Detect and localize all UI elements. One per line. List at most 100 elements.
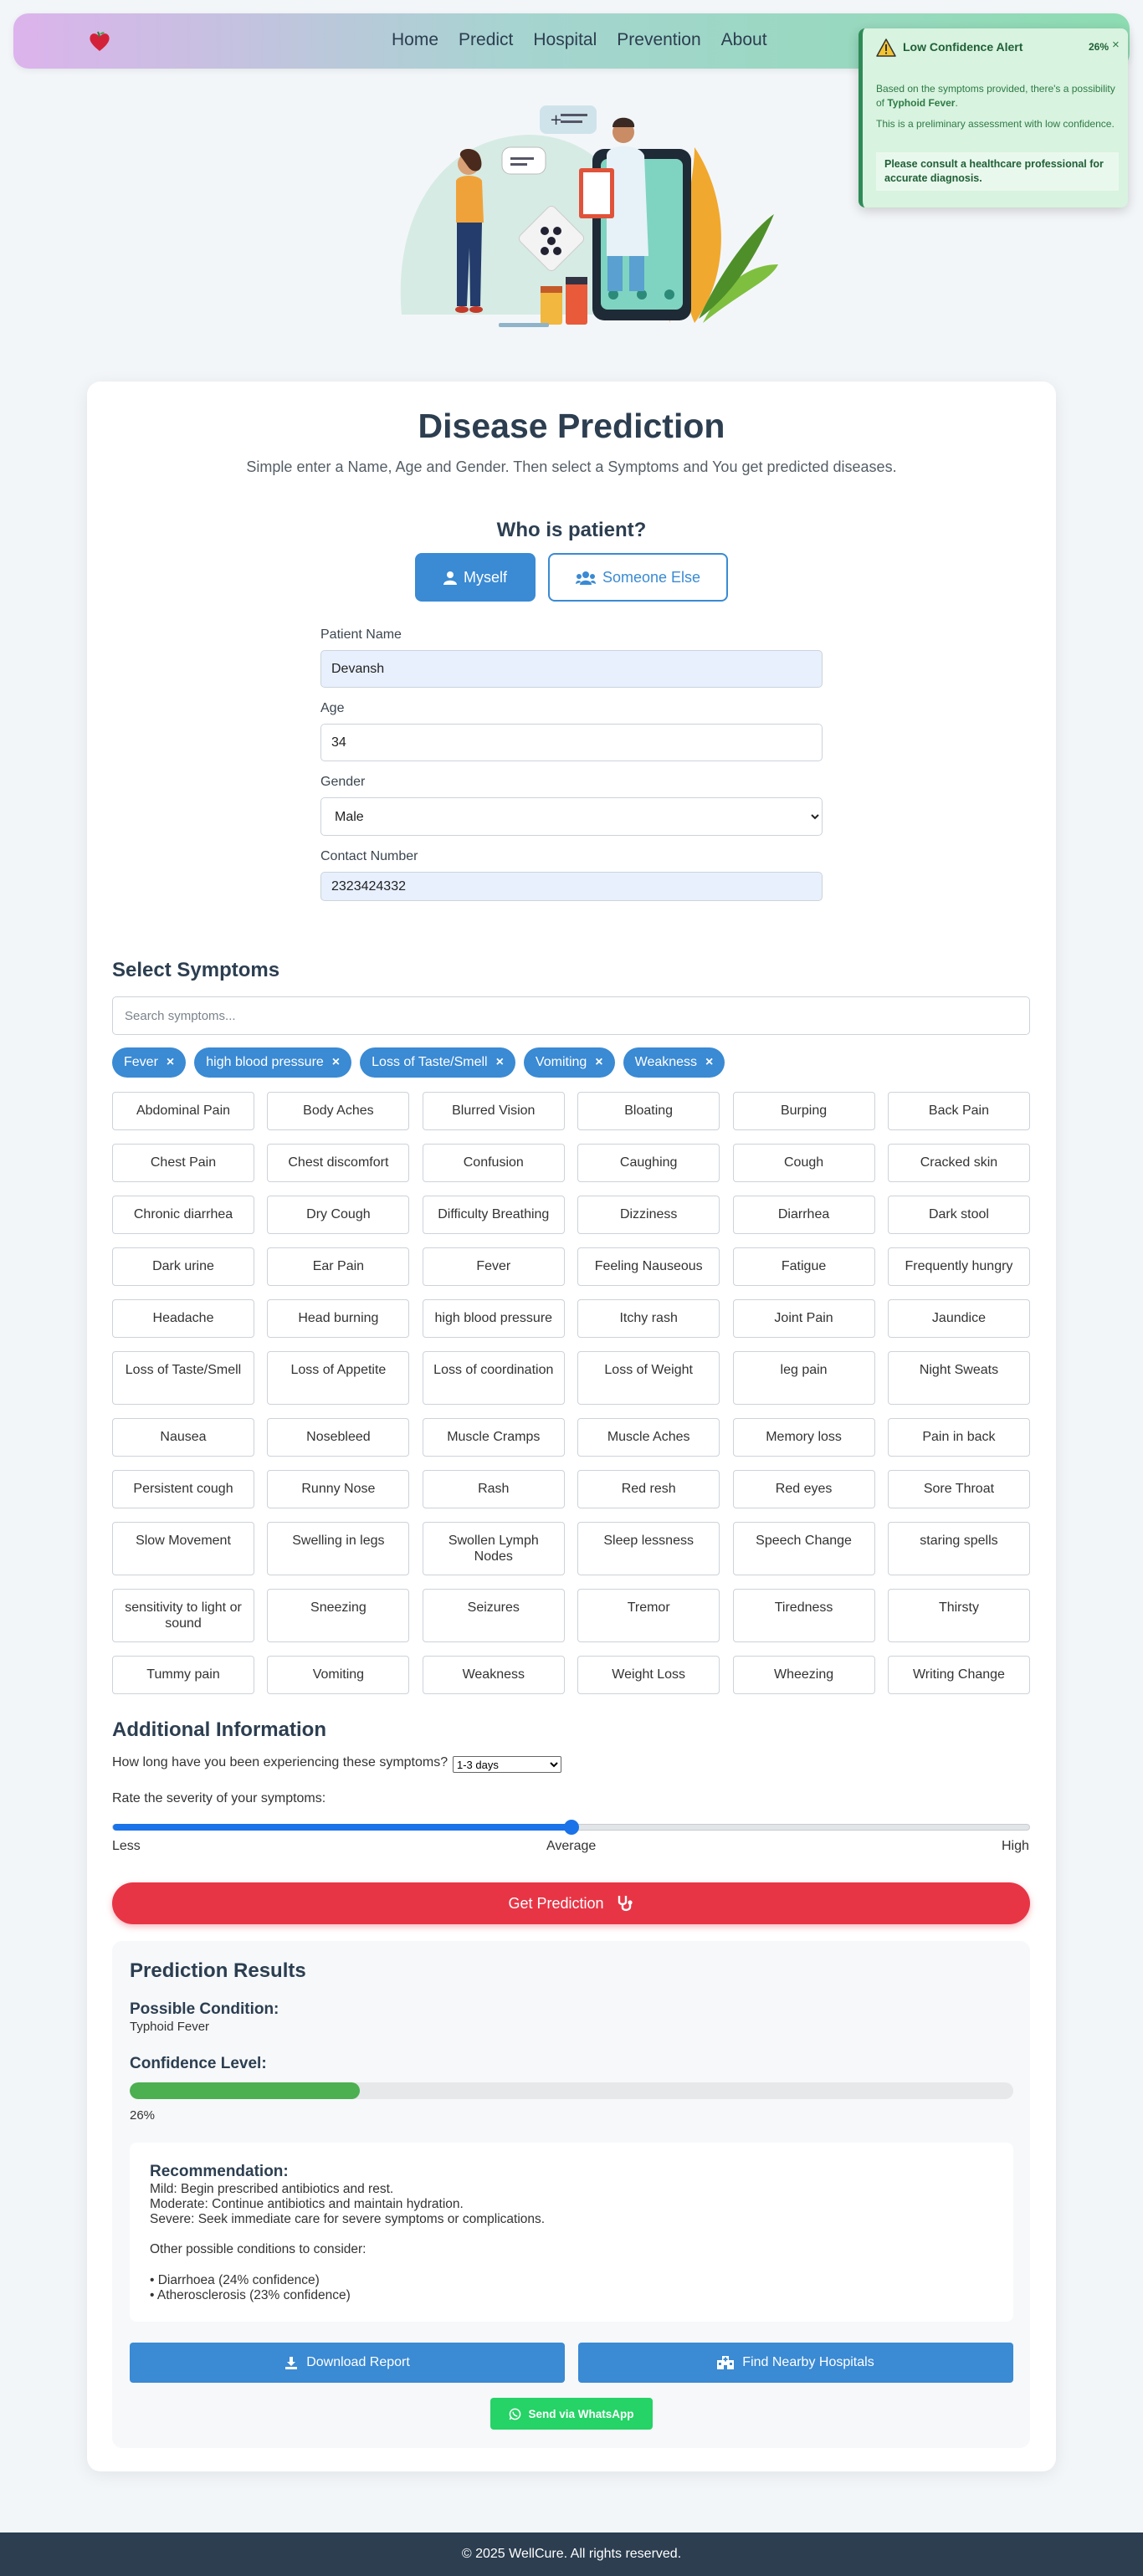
myself-button[interactable]: Myself <box>415 553 536 602</box>
download-report-button[interactable]: Download Report <box>130 2343 565 2383</box>
symptom-option[interactable]: sensitivity to light or sound <box>112 1589 254 1642</box>
symptom-option[interactable]: Difficulty Breathing <box>422 1196 565 1234</box>
age-input[interactable] <box>320 724 823 761</box>
nav-predict-link[interactable]: Predict <box>459 30 513 50</box>
symptom-option[interactable]: Writing Change <box>887 1656 1030 1694</box>
symptom-option[interactable]: Swelling in legs <box>267 1522 410 1575</box>
symptom-option[interactable]: Loss of Taste/Smell <box>112 1351 254 1405</box>
symptom-option[interactable]: Loss of coordination <box>422 1351 565 1405</box>
symptom-option[interactable]: Loss of Weight <box>577 1351 720 1405</box>
find-hospitals-button[interactable]: Find Nearby Hospitals <box>578 2343 1013 2383</box>
symptom-option[interactable]: Chronic diarrhea <box>112 1196 254 1234</box>
symptom-option[interactable]: Tremor <box>577 1589 720 1642</box>
remove-icon[interactable]: × <box>496 1055 504 1070</box>
symptom-option[interactable]: Speech Change <box>732 1522 875 1575</box>
symptom-option[interactable]: Dizziness <box>577 1196 720 1234</box>
nav-about-link[interactable]: About <box>721 30 767 50</box>
symptom-option[interactable]: Ear Pain <box>267 1247 410 1286</box>
symptom-option[interactable]: Feeling Nauseous <box>577 1247 720 1286</box>
name-input[interactable] <box>320 650 823 688</box>
symptom-option[interactable]: Pain in back <box>887 1418 1030 1457</box>
symptom-option[interactable]: Vomiting <box>267 1656 410 1694</box>
heart-logo-icon[interactable] <box>87 28 112 54</box>
symptom-option[interactable]: Red resh <box>577 1470 720 1508</box>
symptom-option[interactable]: Back Pain <box>887 1092 1030 1130</box>
symptom-option[interactable]: Body Aches <box>267 1092 410 1130</box>
symptom-option[interactable]: Jaundice <box>887 1299 1030 1338</box>
selected-chip[interactable]: Vomiting × <box>523 1047 615 1078</box>
symptom-search-input[interactable] <box>112 996 1030 1035</box>
get-prediction-button[interactable]: Get Prediction <box>112 1882 1030 1924</box>
symptom-option[interactable]: Memory loss <box>732 1418 875 1457</box>
remove-icon[interactable]: × <box>332 1055 340 1070</box>
symptom-option[interactable]: Diarrhea <box>732 1196 875 1234</box>
symptom-option[interactable]: Tummy pain <box>112 1656 254 1694</box>
gender-select[interactable]: Male <box>320 797 823 836</box>
who-heading: Who is patient? <box>496 519 647 541</box>
symptom-option[interactable]: Fever <box>422 1247 565 1286</box>
symptom-option[interactable]: Chest Pain <box>112 1144 254 1182</box>
contact-input[interactable] <box>320 872 823 901</box>
symptom-option[interactable]: Slow Movement <box>112 1522 254 1575</box>
symptom-option[interactable]: Loss of Appetite <box>267 1351 410 1405</box>
symptom-option[interactable]: Tiredness <box>732 1589 875 1642</box>
symptom-option[interactable]: Nausea <box>112 1418 254 1457</box>
severity-slider[interactable] <box>112 1820 1030 1835</box>
symptom-option[interactable]: Fatigue <box>732 1247 875 1286</box>
remove-icon[interactable]: × <box>595 1055 602 1070</box>
symptom-option[interactable]: Rash <box>422 1470 565 1508</box>
symptom-option[interactable]: Seizures <box>422 1589 565 1642</box>
someone-else-button[interactable]: Someone Else <box>548 553 728 602</box>
symptom-option[interactable]: Cracked skin <box>887 1144 1030 1182</box>
symptom-option[interactable]: Night Sweats <box>887 1351 1030 1405</box>
close-icon[interactable]: × <box>1112 38 1120 52</box>
symptom-option[interactable]: Dry Cough <box>267 1196 410 1234</box>
symptom-option[interactable]: Joint Pain <box>732 1299 875 1338</box>
selected-chip[interactable]: high blood pressure × <box>194 1047 352 1078</box>
symptom-option[interactable]: Dark stool <box>887 1196 1030 1234</box>
symptom-option[interactable]: Chest discomfort <box>267 1144 410 1182</box>
symptom-option[interactable]: Weakness <box>422 1656 565 1694</box>
symptom-option[interactable]: high blood pressure <box>422 1299 565 1338</box>
symptom-option[interactable]: Swollen Lymph Nodes <box>422 1522 565 1575</box>
symptom-option[interactable]: Bloating <box>577 1092 720 1130</box>
symptom-option[interactable]: Weight Loss <box>577 1656 720 1694</box>
selected-chip[interactable]: Weakness × <box>623 1047 725 1078</box>
stethoscope-icon <box>618 1896 633 1912</box>
symptom-option[interactable]: staring spells <box>887 1522 1030 1575</box>
doctor-patient-illustration: + <box>400 105 778 327</box>
symptom-option[interactable]: Caughing <box>577 1144 720 1182</box>
duration-select[interactable]: 1-3 days <box>453 1756 561 1773</box>
symptom-option[interactable]: Wheezing <box>732 1656 875 1694</box>
symptom-option[interactable]: Persistent cough <box>112 1470 254 1508</box>
symptom-option[interactable]: Sore Throat <box>887 1470 1030 1508</box>
symptom-option[interactable]: Frequently hungry <box>887 1247 1030 1286</box>
symptom-option[interactable]: Burping <box>732 1092 875 1130</box>
symptom-option[interactable]: Itchy rash <box>577 1299 720 1338</box>
symptom-option[interactable]: Blurred Vision <box>422 1092 565 1130</box>
symptom-option[interactable]: Sneezing <box>267 1589 410 1642</box>
remove-icon[interactable]: × <box>167 1055 174 1070</box>
symptom-option[interactable]: Red eyes <box>732 1470 875 1508</box>
symptom-option[interactable]: Muscle Cramps <box>422 1418 565 1457</box>
symptom-option[interactable]: Abdominal Pain <box>112 1092 254 1130</box>
symptom-option[interactable]: Runny Nose <box>267 1470 410 1508</box>
symptom-option[interactable]: Muscle Aches <box>577 1418 720 1457</box>
selected-chip[interactable]: Fever × <box>112 1047 187 1078</box>
symptom-option[interactable]: Headache <box>112 1299 254 1338</box>
symptom-option[interactable]: Nosebleed <box>267 1418 410 1457</box>
symptom-option[interactable]: Dark urine <box>112 1247 254 1286</box>
symptom-option[interactable]: Sleep lessness <box>577 1522 720 1575</box>
symptom-option[interactable]: Cough <box>732 1144 875 1182</box>
symptom-option[interactable]: leg pain <box>732 1351 875 1405</box>
nav-hospital-link[interactable]: Hospital <box>533 30 597 50</box>
symptom-option[interactable]: Head burning <box>267 1299 410 1338</box>
symptom-option[interactable]: Thirsty <box>887 1589 1030 1642</box>
severity-slider-thumb[interactable] <box>563 1820 579 1835</box>
nav-prevention-link[interactable]: Prevention <box>617 30 700 50</box>
remove-icon[interactable]: × <box>705 1055 713 1070</box>
symptom-option[interactable]: Confusion <box>422 1144 565 1182</box>
send-whatsapp-button[interactable]: Send via WhatsApp <box>490 2398 653 2430</box>
nav-home-link[interactable]: Home <box>392 30 438 50</box>
selected-chip[interactable]: Loss of Taste/Smell × <box>360 1047 515 1078</box>
